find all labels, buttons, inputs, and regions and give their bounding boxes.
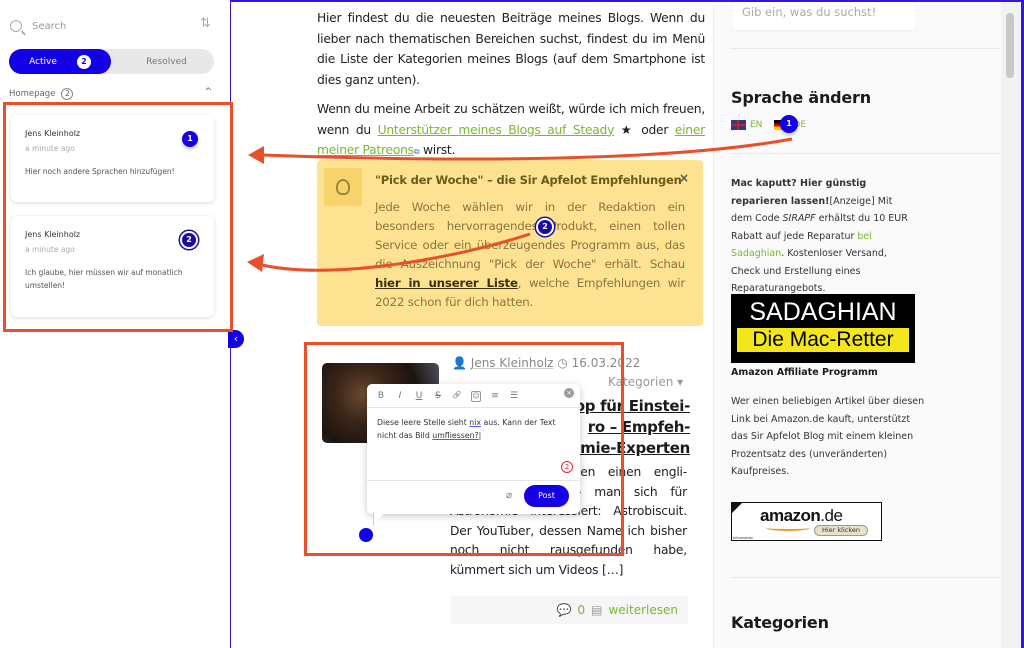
- text: Jede Woche wählen wir in der Redaktion e…: [375, 200, 685, 271]
- comment-pin-2[interactable]: 2: [536, 218, 554, 236]
- annotation-box-post: [304, 342, 624, 556]
- pick-der-woche-box: "Pick der Woche" – die Sir Apfelot Empfe…: [317, 160, 703, 326]
- sort-icon[interactable]: ⇅: [200, 16, 211, 31]
- lang-en-link[interactable]: EN: [750, 120, 762, 130]
- amazon-smile-icon: [766, 525, 810, 531]
- banner-line-1: SADAGHIAN: [749, 298, 897, 326]
- read-more-link[interactable]: weiterlesen: [608, 603, 678, 617]
- screenshot-root: Hier findest du die neuesten Beiträge me…: [0, 0, 1024, 648]
- annotation-box-comments: [3, 102, 233, 332]
- group-count-badge: 2: [61, 88, 74, 100]
- group-label: Homepage: [9, 89, 56, 99]
- banner-line-2: Die Mac-Retter: [737, 328, 909, 352]
- comment-icon: 💬: [556, 603, 572, 617]
- logo-text: amazon: [760, 506, 821, 525]
- repair-ad-text: Mac kaputt? Hier günstig reparieren lass…: [731, 175, 916, 298]
- steady-link[interactable]: Unterstützer meines Blogs auf Steady: [378, 123, 615, 137]
- comment-pin-1[interactable]: 1: [780, 115, 798, 133]
- tab-label: Active: [29, 56, 57, 67]
- chevron-up-icon[interactable]: ^: [204, 87, 212, 97]
- divider: [730, 577, 1000, 578]
- post-footer: 💬 0 ▤ weiterlesen: [451, 596, 688, 624]
- tip-text: Jede Woche wählen wir in der Redaktion e…: [375, 198, 685, 312]
- coupon-code: SIRAPF: [782, 213, 816, 224]
- sadaghian-banner[interactable]: SADAGHIAN Die Mac-Retter: [731, 294, 915, 363]
- amazon-click-button[interactable]: Hier klicken: [814, 525, 868, 536]
- frame-top: [229, 0, 1024, 2]
- banner-corner: [732, 503, 742, 513]
- language-heading: Sprache ändern: [731, 88, 871, 107]
- tip-list-link[interactable]: hier in unserer Liste: [375, 276, 518, 290]
- search-placeholder: Search: [32, 20, 67, 32]
- text: wirst.: [419, 143, 456, 157]
- divider: [730, 48, 1000, 49]
- scrollbar-thumb[interactable]: [1006, 13, 1014, 78]
- comment-count-link[interactable]: 0: [578, 603, 586, 617]
- intro-text: Hier findest du die neuesten Beiträge me…: [317, 8, 705, 172]
- scrollbar-track[interactable]: [1001, 3, 1021, 648]
- lightbulb-icon: [324, 168, 362, 206]
- text: oder: [634, 122, 675, 137]
- categories-heading: Kategorien: [731, 613, 829, 632]
- amazon-info: Information: [733, 536, 754, 540]
- page-group-header[interactable]: Homepage 2 ^: [9, 87, 214, 101]
- tab-active[interactable]: Active 2: [9, 49, 111, 74]
- amazon-heading: Amazon Affiliate Programm: [731, 367, 878, 378]
- intro-paragraph-1: Hier findest du die neuesten Beiträge me…: [317, 11, 705, 87]
- tab-resolved[interactable]: Resolved: [119, 49, 214, 74]
- star-icon: ★: [620, 122, 635, 137]
- intro-paragraph-2: Wenn du meine Arbeit zu schätzen weißt, …: [317, 99, 705, 163]
- sidebar-search-input[interactable]: Gib ein, was du suchst!: [733, 3, 915, 30]
- search-icon: [10, 20, 22, 32]
- amazon-logo: amazon.de: [760, 506, 843, 526]
- active-count-badge: 2: [76, 54, 91, 69]
- document-icon: ▤: [591, 603, 603, 617]
- uk-flag-icon: [731, 120, 746, 130]
- blog-sidebar: Gib ein, was du suchst! Sprache ändern E…: [713, 3, 1003, 648]
- status-tabs: Active 2 Resolved: [9, 49, 214, 74]
- logo-tld: .de: [820, 506, 843, 525]
- close-icon[interactable]: ×: [679, 171, 689, 185]
- tip-title: "Pick der Woche" – die Sir Apfelot Empfe…: [375, 173, 682, 187]
- comment-search[interactable]: Search: [10, 16, 220, 36]
- amazon-banner[interactable]: amazon.de Hier klicken Information: [731, 502, 882, 541]
- divider: [730, 153, 1000, 154]
- amazon-text: Wer einen beliebigen Artikel über diesen…: [731, 396, 925, 477]
